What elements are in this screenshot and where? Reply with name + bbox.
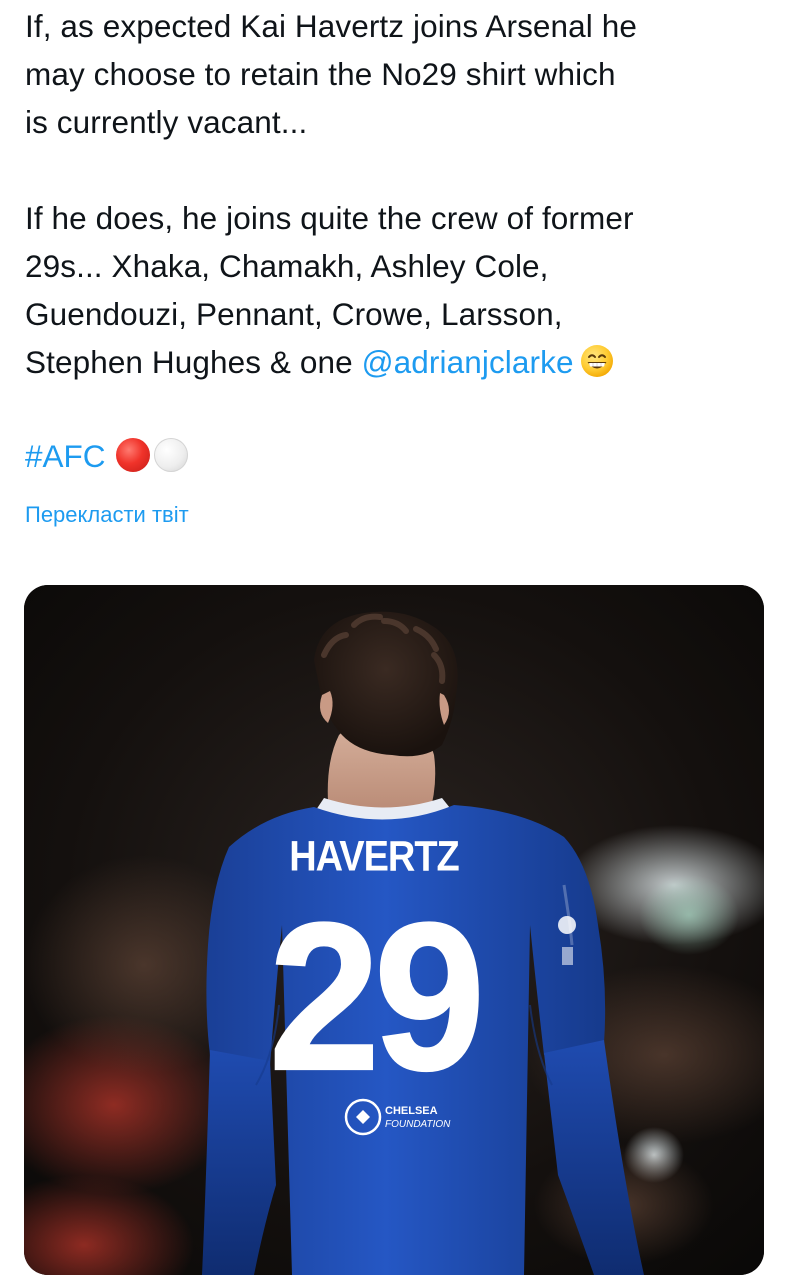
competition-badge-icon [558,916,576,934]
grinning-face-icon [580,343,614,377]
sponsor-line-1: CHELSEA [385,1105,438,1117]
tweet-line: may choose to retain the No29 shirt whic… [25,56,616,92]
tweet-photo[interactable]: HAVERTZ 29 CHELSEA FOUNDATION [24,585,764,1275]
red-circle-icon [115,438,150,472]
hashtag-link[interactable]: #AFC [25,438,106,474]
white-circle-icon [153,438,188,472]
tweet-line-text: Stephen Hughes & one [25,344,362,380]
tweet-line: Guendouzi, Pennant, Crowe, Larsson, [25,296,563,332]
jersey-name: HAVERTZ [289,832,459,881]
tweet-line-last: Stephen Hughes & one @adrianjclarke [25,338,765,386]
mention-link[interactable]: @adrianjclarke [362,344,574,380]
sponsor-line-2: FOUNDATION [385,1119,451,1130]
tweet-text: If, as expected Kai Havertz joins Arsena… [25,2,765,386]
tweet-line: is currently vacant... [25,104,308,140]
jersey-number: 29 [269,880,479,1115]
tweet-line: If, as expected Kai Havertz joins Arsena… [25,8,637,44]
translate-tweet-link[interactable]: Перекласти твіт [25,500,189,530]
tweet-line: If he does, he joins quite the crew of f… [25,200,634,236]
hashtag-line: #AFC [25,432,188,480]
tweet-line: 29s... Xhaka, Chamakh, Ashley Cole, [25,248,549,284]
havertz-jersey-photo: HAVERTZ 29 CHELSEA FOUNDATION [24,585,764,1275]
